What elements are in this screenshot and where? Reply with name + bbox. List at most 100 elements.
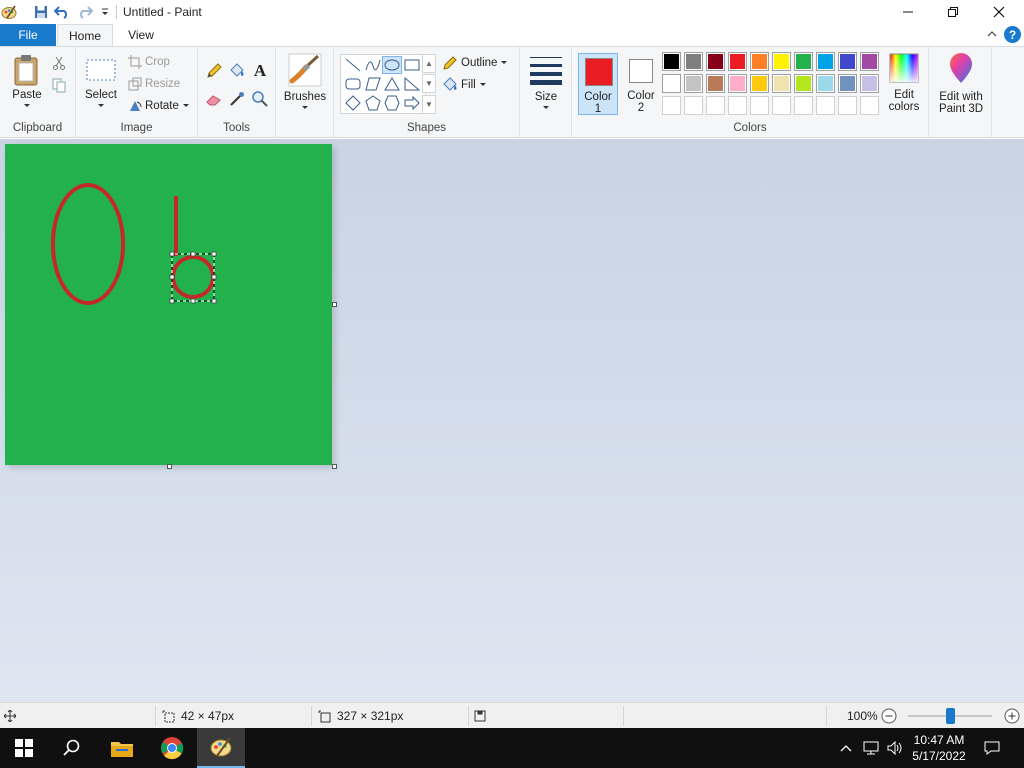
canvas-workspace[interactable] xyxy=(0,139,1024,702)
color-picker-icon[interactable] xyxy=(227,89,247,109)
palette-empty-swatch[interactable] xyxy=(794,96,813,115)
color-palette xyxy=(662,52,882,118)
pencil-icon[interactable] xyxy=(204,61,224,81)
edit-with-paint3d-button[interactable]: Edit with Paint 3D xyxy=(933,53,989,115)
tab-view[interactable]: View xyxy=(115,24,167,46)
size-button[interactable]: Size xyxy=(527,55,565,111)
paint3d-group: Edit with Paint 3D xyxy=(928,47,992,137)
undo-icon[interactable] xyxy=(53,3,71,21)
search-button[interactable] xyxy=(48,728,96,768)
canvas-resize-handle-corner[interactable] xyxy=(332,464,337,469)
palette-swatch[interactable] xyxy=(816,74,835,93)
customize-quick-access-icon[interactable] xyxy=(96,3,114,21)
palette-swatch[interactable] xyxy=(816,52,835,71)
oval-shape-icon[interactable] xyxy=(382,56,402,74)
hexagon-shape-icon[interactable] xyxy=(382,94,402,112)
palette-swatch[interactable] xyxy=(838,52,857,71)
canvas-resize-handle-right[interactable] xyxy=(332,302,337,307)
pentagon-shape-icon[interactable] xyxy=(363,94,383,112)
chrome-button[interactable] xyxy=(148,728,196,768)
paint-taskbar-button[interactable] xyxy=(197,728,245,768)
tab-file[interactable]: File xyxy=(0,24,56,46)
zoom-slider-thumb[interactable] xyxy=(946,708,955,724)
zoom-out-button[interactable] xyxy=(881,703,897,729)
show-hidden-icons-icon[interactable] xyxy=(836,728,856,768)
paste-button[interactable]: Paste xyxy=(6,53,48,109)
diamond-shape-icon[interactable] xyxy=(343,94,363,112)
right-triangle-shape-icon[interactable] xyxy=(402,75,422,93)
palette-swatch[interactable] xyxy=(750,52,769,71)
tab-home[interactable]: Home xyxy=(57,24,113,46)
palette-swatch[interactable] xyxy=(772,74,791,93)
polygon-shape-icon[interactable] xyxy=(363,75,383,93)
palette-swatch[interactable] xyxy=(684,74,703,93)
brushes-button[interactable]: Brushes xyxy=(283,53,327,111)
palette-empty-swatch[interactable] xyxy=(728,96,747,115)
close-button[interactable] xyxy=(976,0,1022,24)
fill-button[interactable]: Fill xyxy=(442,77,487,93)
magnifier-icon[interactable] xyxy=(250,89,270,109)
rounded-rectangle-shape-icon[interactable] xyxy=(343,75,363,93)
color1-button[interactable]: Color 1 xyxy=(578,53,618,115)
zoom-in-button[interactable] xyxy=(1004,703,1020,729)
redo-icon[interactable] xyxy=(76,3,94,21)
copy-icon[interactable] xyxy=(49,75,69,95)
palette-swatch[interactable] xyxy=(706,74,725,93)
network-icon[interactable] xyxy=(860,728,882,768)
action-center-icon[interactable] xyxy=(978,728,1006,768)
rectangle-shape-icon[interactable] xyxy=(402,56,422,74)
palette-empty-swatch[interactable] xyxy=(772,96,791,115)
minimize-ribbon-icon[interactable] xyxy=(986,28,998,43)
palette-swatch[interactable] xyxy=(794,74,813,93)
volume-icon[interactable] xyxy=(884,728,906,768)
select-button[interactable]: Select xyxy=(82,57,120,109)
file-explorer-button[interactable] xyxy=(98,728,146,768)
restore-button[interactable] xyxy=(930,0,976,24)
shapes-expand-icon[interactable]: ▼ xyxy=(422,95,436,114)
shapes-scroll-down-icon[interactable]: ▼ xyxy=(422,74,436,93)
palette-swatch[interactable] xyxy=(794,52,813,71)
right-arrow-shape-icon[interactable] xyxy=(402,94,422,112)
rotate-button[interactable]: Rotate xyxy=(128,99,190,113)
palette-swatch[interactable] xyxy=(750,74,769,93)
paint-app-icon[interactable] xyxy=(0,3,18,21)
line-shape-icon[interactable] xyxy=(343,56,363,74)
palette-swatch[interactable] xyxy=(684,52,703,71)
colors-group: Color 1 Color 2 Edit colors Colors xyxy=(572,47,928,137)
palette-empty-swatch[interactable] xyxy=(860,96,879,115)
text-tool-icon[interactable]: A xyxy=(250,61,270,81)
cut-icon[interactable] xyxy=(49,53,69,73)
fill-bucket-icon[interactable] xyxy=(227,61,247,81)
save-icon[interactable] xyxy=(32,3,50,21)
triangle-shape-icon[interactable] xyxy=(382,75,402,93)
palette-swatch[interactable] xyxy=(728,74,747,93)
crop-button[interactable]: Crop xyxy=(128,55,170,69)
canvas-resize-handle-bottom[interactable] xyxy=(167,464,172,469)
help-icon[interactable]: ? xyxy=(1004,26,1021,43)
shapes-scroll-up-icon[interactable]: ▲ xyxy=(422,54,436,73)
clock[interactable]: 10:47 AM 5/17/2022 xyxy=(908,728,970,768)
palette-empty-swatch[interactable] xyxy=(706,96,725,115)
palette-swatch[interactable] xyxy=(772,52,791,71)
palette-empty-swatch[interactable] xyxy=(838,96,857,115)
palette-empty-swatch[interactable] xyxy=(662,96,681,115)
palette-swatch[interactable] xyxy=(860,74,879,93)
palette-swatch[interactable] xyxy=(662,74,681,93)
outline-button[interactable]: Outline xyxy=(442,55,508,71)
palette-empty-swatch[interactable] xyxy=(684,96,703,115)
palette-swatch[interactable] xyxy=(860,52,879,71)
start-button[interactable] xyxy=(0,728,48,768)
color2-button[interactable]: Color 2 xyxy=(622,53,660,115)
palette-swatch[interactable] xyxy=(728,52,747,71)
palette-empty-swatch[interactable] xyxy=(816,96,835,115)
edit-colors-button[interactable]: Edit colors xyxy=(884,53,924,113)
palette-swatch[interactable] xyxy=(838,74,857,93)
palette-swatch[interactable] xyxy=(706,52,725,71)
drawing-canvas[interactable] xyxy=(5,144,332,465)
palette-empty-swatch[interactable] xyxy=(750,96,769,115)
resize-button[interactable]: Resize xyxy=(128,77,180,91)
eraser-icon[interactable] xyxy=(204,89,224,109)
minimize-button[interactable] xyxy=(885,0,931,24)
curve-shape-icon[interactable] xyxy=(363,56,383,74)
palette-swatch[interactable] xyxy=(662,52,681,71)
